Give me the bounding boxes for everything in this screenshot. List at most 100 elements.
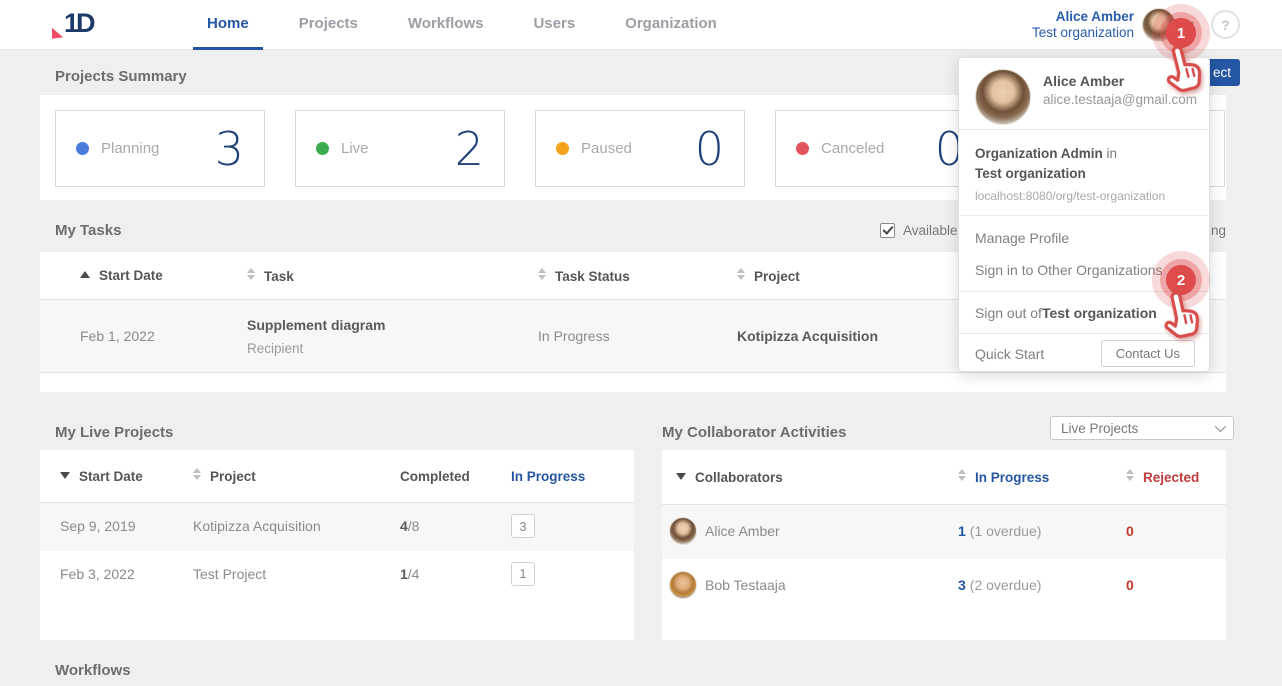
column-header-task-status[interactable]: Task Status (538, 268, 737, 284)
collaborator-avatar (669, 517, 697, 545)
available-filter-label: Available (903, 223, 958, 238)
summary-card-label: Canceled (821, 140, 935, 157)
in-progress-cell: 1 (511, 562, 634, 586)
quick-start-label[interactable]: Quick Start (975, 346, 1101, 362)
profile-avatar (975, 69, 1031, 125)
my-live-projects-panel: Start Date Project Completed In Progress… (40, 450, 634, 640)
top-navigation-bar: 1D Home Projects Workflows Users Organiz… (0, 0, 1282, 50)
task-status: In Progress (538, 328, 737, 344)
summary-card-live[interactable]: Live 2 (295, 110, 505, 187)
organization-info-section: Organization Admin in Test organization … (959, 130, 1209, 216)
in-progress-cell: 1(1 overdue) (958, 523, 1126, 539)
logo-accent-triangle-icon (52, 26, 63, 39)
column-header-start-date[interactable]: Start Date (80, 268, 247, 283)
nav-item-users[interactable]: Users (519, 0, 589, 50)
summary-card-value: 2 (455, 122, 484, 176)
summary-card-value: 3 (215, 122, 244, 176)
sort-both-icon (1126, 469, 1135, 481)
help-icon: ? (1221, 17, 1230, 33)
in-progress-count-box[interactable]: 1 (511, 562, 535, 586)
profile-role-line: Organization Admin in (975, 144, 1193, 164)
project-name[interactable]: Test Project (193, 566, 400, 582)
live-project-row[interactable]: Sep 9, 2019 Kotipizza Acquisition 4/8 3 (40, 503, 634, 550)
collaborator-cell: Alice Amber (669, 517, 958, 545)
brand-logo[interactable]: 1D (52, 8, 104, 42)
collaborators-header-row: Collaborators In Progress Rejected (662, 450, 1226, 505)
sort-descending-icon (60, 472, 70, 479)
column-header-task[interactable]: Task (247, 268, 538, 284)
chevron-down-icon (1215, 421, 1226, 432)
sort-both-icon (193, 468, 202, 480)
project-start-date: Sep 9, 2019 (60, 518, 193, 534)
sort-both-icon (737, 268, 746, 280)
column-header-rejected[interactable]: Rejected (1126, 469, 1226, 485)
collaborator-row[interactable]: Bob Testaaja 3(2 overdue) 0 (662, 558, 1226, 611)
column-header-start-date[interactable]: Start Date (60, 469, 193, 484)
column-header-completed[interactable]: Completed (400, 469, 511, 484)
summary-card-label: Planning (101, 140, 215, 157)
my-live-projects-title: My Live Projects (55, 424, 173, 441)
sort-descending-icon (676, 473, 686, 480)
available-filter-checkbox[interactable]: Available (880, 223, 958, 238)
column-header-collaborators[interactable]: Collaborators (676, 470, 958, 485)
summary-card-paused[interactable]: Paused 0 (535, 110, 745, 187)
completed-count: 1/4 (400, 566, 511, 582)
sort-both-icon (958, 469, 967, 481)
collaborator-avatar (669, 571, 697, 599)
live-project-row[interactable]: Feb 3, 2022 Test Project 1/4 1 (40, 550, 634, 597)
column-header-in-progress[interactable]: In Progress (958, 469, 1126, 485)
collaborator-name: Alice Amber (705, 523, 780, 539)
profile-org-name: Test organization (975, 164, 1193, 184)
menu-item-manage-profile[interactable]: Manage Profile (959, 222, 1209, 254)
task-name[interactable]: Supplement diagram (247, 317, 538, 333)
nav-item-organization[interactable]: Organization (611, 0, 731, 50)
task-role: Recipient (247, 341, 538, 356)
collaborator-row[interactable]: Alice Amber 1(1 overdue) 0 (662, 505, 1226, 558)
sort-both-icon (247, 268, 256, 280)
nav-item-home[interactable]: Home (193, 0, 263, 50)
project-start-date: Feb 3, 2022 (60, 566, 193, 582)
planning-status-dot-icon (76, 142, 89, 155)
column-header-in-progress[interactable]: In Progress (511, 469, 634, 484)
main-nav: Home Projects Workflows Users Organizati… (193, 0, 731, 50)
nav-item-projects[interactable]: Projects (285, 0, 372, 50)
workflows-title: Workflows (55, 662, 131, 679)
paused-status-dot-icon (556, 142, 569, 155)
summary-card-value: 0 (695, 122, 724, 176)
live-status-dot-icon (316, 142, 329, 155)
summary-card-label: Live (341, 140, 455, 157)
rejected-cell: 0 (1126, 577, 1226, 593)
projects-summary-title: Projects Summary (55, 68, 187, 85)
summary-card-canceled[interactable]: Canceled 0 (775, 110, 985, 187)
sort-both-icon (538, 268, 547, 280)
app-canvas: 1D Home Projects Workflows Users Organiz… (0, 0, 1282, 686)
collaborator-cell: Bob Testaaja (669, 571, 958, 599)
completed-count: 4/8 (400, 518, 511, 534)
contact-us-button[interactable]: Contact Us (1101, 340, 1195, 367)
rejected-cell: 0 (1126, 523, 1226, 539)
organization-url: localhost:8080/org/test-organization (975, 186, 1193, 206)
in-progress-count-box[interactable]: 3 (511, 514, 535, 538)
profile-name: Alice Amber (1043, 73, 1124, 89)
collaborator-activities-title: My Collaborator Activities (662, 424, 846, 441)
user-name: Alice Amber (1032, 9, 1134, 25)
nav-item-workflows[interactable]: Workflows (394, 0, 498, 50)
collaborator-name: Bob Testaaja (705, 577, 786, 593)
live-projects-header-row: Start Date Project Completed In Progress (40, 450, 634, 503)
live-projects-filter-select[interactable]: Live Projects (1050, 416, 1234, 440)
help-button[interactable]: ? (1211, 10, 1240, 39)
my-tasks-title: My Tasks (55, 222, 121, 239)
canceled-status-dot-icon (796, 142, 809, 155)
user-organization: Test organization (1032, 25, 1134, 41)
project-name[interactable]: Kotipizza Acquisition (193, 518, 400, 534)
task-cell: Supplement diagram Recipient (247, 317, 538, 356)
summary-card-label: Paused (581, 140, 695, 157)
checkbox-checked-icon[interactable] (880, 223, 895, 238)
in-progress-cell: 3(2 overdue) (958, 577, 1126, 593)
column-header-project[interactable]: Project (193, 468, 400, 484)
in-progress-cell: 3 (511, 514, 634, 538)
summary-card-planning[interactable]: Planning 3 (55, 110, 265, 187)
user-menu-labels: Alice Amber Test organization (1032, 9, 1134, 41)
select-value: Live Projects (1061, 421, 1215, 436)
logo-text: 1D (64, 8, 93, 39)
